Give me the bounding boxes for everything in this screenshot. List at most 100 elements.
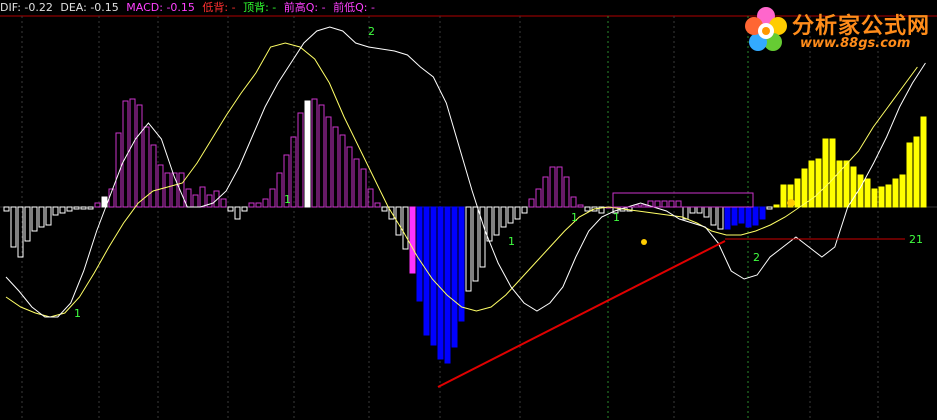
macd-bar: [185, 188, 192, 208]
signal-dot-icon: [787, 199, 795, 207]
macd-bar: [836, 160, 843, 208]
macd-bar: [486, 206, 493, 242]
macd-bar: [773, 204, 780, 208]
macd-chart[interactable]: 2111211 12: [0, 0, 937, 420]
macd-bar: [465, 206, 472, 292]
macd-bar: [381, 206, 388, 212]
prev-low-readout: 前低Q: -: [333, 1, 375, 14]
macd-bar: [136, 104, 143, 208]
annotation-label: 1: [74, 307, 81, 320]
reference-line-label: 21: [909, 233, 923, 246]
macd-bar: [654, 200, 661, 208]
macd-bar: [514, 206, 521, 220]
macd-bar: [3, 206, 10, 212]
macd-bar: [220, 198, 227, 208]
macd-bar: [521, 206, 528, 214]
macd-bar: [542, 176, 549, 208]
macd-bar: [752, 206, 759, 226]
macd-bar: [507, 206, 514, 224]
macd-bar: [360, 168, 367, 208]
macd-bar: [556, 166, 563, 208]
macd-bar: [374, 202, 381, 208]
macd-bar: [661, 200, 668, 208]
macd-bar: [353, 158, 360, 208]
indicator-header: DIF: -0.22 DEA: -0.15 MACD: -0.15 低背: - …: [0, 0, 720, 16]
macd-bar: [535, 188, 542, 208]
macd-bar: [311, 98, 318, 208]
macd-bar: [31, 206, 38, 232]
macd-bar: [899, 174, 906, 208]
macd-bar: [150, 144, 157, 208]
macd-bar: [227, 206, 234, 212]
macd-bar: [66, 206, 73, 212]
macd-bar: [297, 112, 304, 208]
macd-bar: [759, 206, 766, 220]
macd-bar: [822, 138, 829, 208]
macd-bar: [269, 188, 276, 208]
macd-bar: [920, 116, 927, 208]
macd-bar: [857, 174, 864, 208]
macd-bar: [731, 206, 738, 226]
macd-bar: [864, 178, 871, 208]
macd-bar: [528, 198, 535, 208]
macd-bar: [458, 206, 465, 322]
annotation-label: 2: [753, 251, 760, 264]
logo-url: www.88gs.com: [800, 36, 911, 51]
macd-bar: [409, 206, 416, 274]
macd-bar: [801, 168, 808, 208]
macd-bar: [885, 184, 892, 208]
macd-bar: [192, 194, 199, 208]
macd-bar: [584, 206, 591, 212]
macd-bar: [703, 206, 710, 218]
macd-bar: [276, 172, 283, 208]
macd-bar: [318, 104, 325, 208]
macd-bar: [451, 206, 458, 348]
divergence-trend-line: [437, 240, 726, 388]
prev-high-readout: 前高Q: -: [283, 1, 326, 14]
macd-bar: [332, 126, 339, 208]
macd-bar: [59, 206, 66, 214]
macd-bar: [262, 198, 269, 208]
macd-bar: [199, 186, 206, 208]
macd-bar: [500, 206, 507, 228]
macd-bar: [241, 206, 248, 212]
macd-bar: [675, 200, 682, 208]
macd-bar: [472, 206, 479, 282]
macd-bar: [346, 146, 353, 208]
macd-bar: [129, 98, 136, 208]
macd-bar: [717, 206, 724, 230]
macd-bar: [255, 202, 262, 208]
macd-bar: [493, 206, 500, 236]
macd-bar: [164, 172, 171, 208]
macd-bar: [248, 202, 255, 208]
macd-bar: [577, 204, 584, 208]
macd-bar: [563, 176, 570, 208]
macd-bar: [878, 186, 885, 208]
macd-readout: MACD: -0.15: [126, 1, 195, 14]
macd-bar: [87, 206, 94, 210]
dif-readout: DIF: -0.22: [0, 1, 53, 14]
dea-readout: DEA: -0.15: [60, 1, 119, 14]
macd-bar: [871, 188, 878, 208]
macd-bar: [73, 206, 80, 210]
site-logo[interactable]: 分析家公式网 www.88gs.com: [740, 2, 935, 58]
low-divergence-readout: 低背: -: [202, 1, 236, 14]
macd-bar: [710, 206, 717, 226]
macd-bar: [339, 134, 346, 208]
macd-bar: [80, 206, 87, 210]
annotation-label: 1: [613, 211, 620, 224]
signal-dot-icon: [641, 239, 647, 245]
macd-bar: [444, 206, 451, 364]
macd-bar: [724, 206, 731, 230]
flower-logo-icon: [745, 7, 787, 51]
macd-bar: [906, 142, 913, 208]
macd-bar: [738, 206, 745, 224]
macd-bar: [10, 206, 17, 248]
macd-bar: [892, 178, 899, 208]
annotation-label: 1: [571, 211, 578, 224]
macd-bar: [570, 196, 577, 208]
macd-bars: [3, 98, 927, 364]
macd-bar: [668, 200, 675, 208]
macd-bar: [430, 206, 437, 346]
macd-bar: [780, 184, 787, 208]
